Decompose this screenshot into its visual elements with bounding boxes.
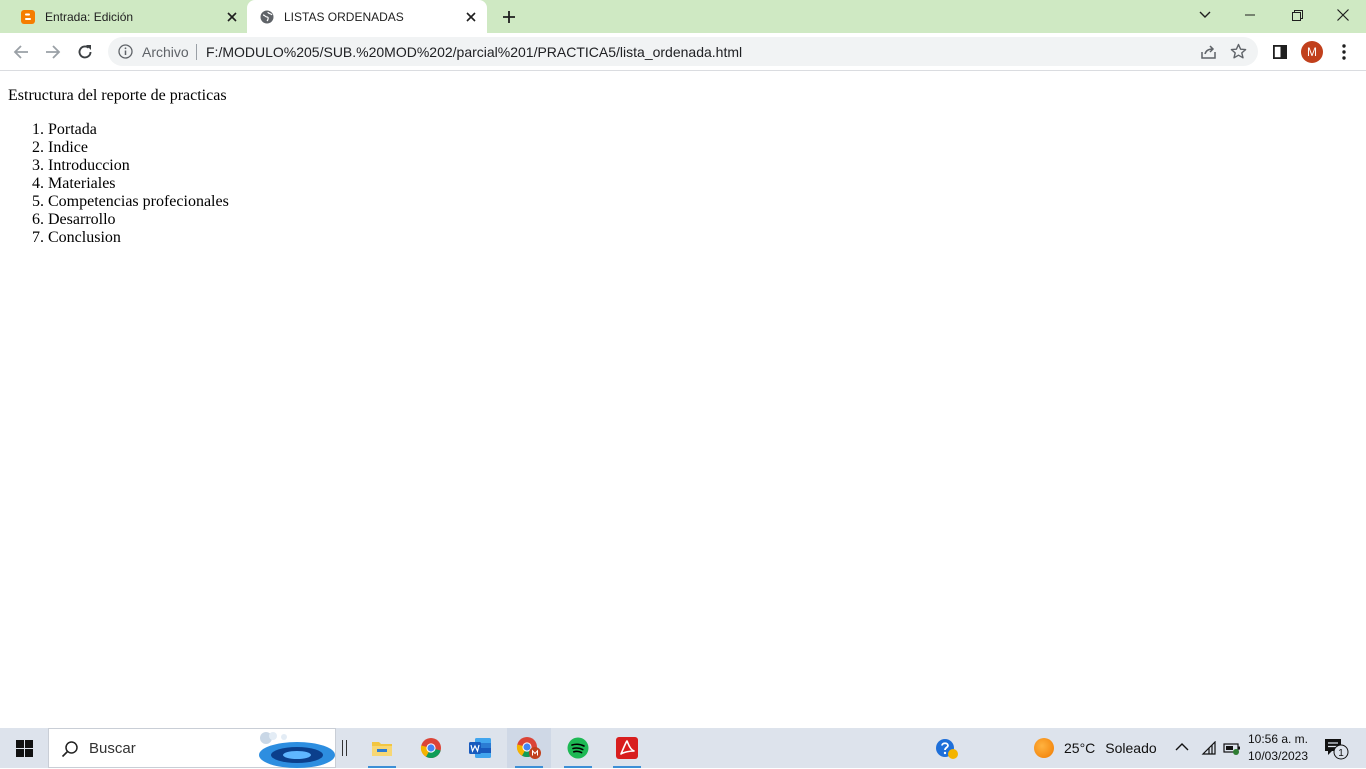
blogger-icon — [21, 9, 35, 24]
restore-button[interactable] — [1277, 0, 1317, 30]
restore-icon — [1291, 9, 1303, 21]
list-item: Competencias profecionales — [48, 193, 229, 211]
tab-listas-ordenadas[interactable]: LISTAS ORDENADAS — [247, 0, 487, 33]
chevron-up-icon[interactable] — [1175, 742, 1189, 752]
taskbar-search[interactable]: Buscar — [48, 728, 336, 768]
list-item: Conclusion — [48, 229, 229, 247]
tab-label: LISTAS ORDENADAS — [284, 9, 404, 24]
list-item: Indice — [48, 139, 229, 157]
close-icon — [1337, 9, 1349, 21]
browser-toolbar: Archivo F:/MODULO%205/SUB.%20MOD%202/par… — [0, 33, 1366, 71]
file-explorer-icon — [372, 742, 392, 756]
spotify-icon — [567, 737, 589, 759]
acrobat-icon — [616, 737, 638, 759]
battery-icon[interactable] — [1223, 741, 1241, 755]
tab-search-button[interactable] — [1185, 0, 1225, 30]
close-icon[interactable] — [463, 9, 479, 25]
new-tab-button[interactable] — [498, 6, 520, 28]
minimize-button[interactable] — [1230, 0, 1270, 30]
address-url[interactable]: F:/MODULO%205/SUB.%20MOD%202/parcial%201… — [206, 44, 742, 60]
clock-date: 10/03/2023 — [1247, 749, 1309, 763]
info-icon[interactable] — [118, 44, 133, 59]
tab-strip: Entrada: Edición LISTAS ORDENADAS — [0, 0, 1366, 33]
minimize-icon — [1245, 14, 1255, 16]
taskbar-app-chrome-profile[interactable] — [507, 728, 551, 768]
close-icon[interactable] — [224, 9, 240, 25]
address-scheme: Archivo — [142, 44, 189, 60]
help-icon[interactable] — [935, 738, 959, 760]
weather-temp: 25°C — [1064, 740, 1096, 756]
reload-button[interactable] — [72, 39, 98, 65]
ordered-list: Portada Indice Introduccion Materiales C… — [8, 121, 229, 247]
word-icon — [469, 738, 491, 758]
taskbar-app-file-explorer[interactable] — [360, 728, 404, 768]
search-placeholder: Buscar — [89, 740, 136, 757]
system-clock[interactable]: 10:56 a. m. 10/03/2023 — [1246, 731, 1310, 765]
close-window-button[interactable] — [1323, 0, 1363, 30]
notification-icon[interactable]: 1 — [1324, 738, 1350, 760]
chrome-profile-icon — [516, 737, 541, 759]
more-vert-icon — [1342, 44, 1346, 60]
share-icon[interactable] — [1200, 43, 1217, 60]
weather-desc: Soleado — [1105, 740, 1157, 756]
search-icon — [61, 741, 78, 758]
avatar[interactable]: M — [1301, 41, 1323, 63]
forward-arrow-icon — [46, 45, 61, 59]
side-panel-button[interactable] — [1267, 39, 1293, 65]
windows-icon — [15, 739, 33, 757]
list-item: Introduccion — [48, 157, 229, 175]
search-highlight-icon — [259, 732, 335, 768]
notification-count: 1 — [1338, 748, 1344, 759]
taskbar-app-word[interactable] — [458, 728, 502, 768]
address-bar[interactable]: Archivo F:/MODULO%205/SUB.%20MOD%202/par… — [108, 37, 1258, 66]
menu-button[interactable] — [1331, 39, 1357, 65]
forward-button[interactable] — [40, 39, 66, 65]
wifi-icon[interactable] — [1200, 741, 1216, 755]
list-item: Materiales — [48, 175, 229, 193]
page-heading: Estructura del reporte de practicas — [8, 87, 227, 104]
back-arrow-icon — [13, 45, 28, 59]
reload-icon — [78, 45, 92, 59]
page-content: Estructura del reporte de practicas Port… — [0, 71, 1366, 728]
start-button[interactable] — [0, 728, 48, 768]
task-view-icon[interactable] — [342, 740, 347, 756]
taskbar: Buscar 25°C Soleado 10:56 a. m. 10/03/20… — [0, 728, 1366, 768]
side-panel-icon — [1273, 45, 1287, 59]
tab-label: Entrada: Edición — [45, 9, 134, 24]
chrome-icon — [420, 738, 441, 759]
weather-widget[interactable]: 25°C Soleado — [1034, 738, 1157, 758]
sun-icon — [1034, 738, 1054, 758]
plus-icon — [503, 11, 515, 23]
list-item: Portada — [48, 121, 229, 139]
address-divider — [196, 44, 197, 60]
tab-entrada-edicion[interactable]: Entrada: Edición — [8, 0, 248, 33]
chevron-down-icon — [1199, 11, 1211, 18]
back-button[interactable] — [8, 39, 34, 65]
clock-time: 10:56 a. m. — [1247, 732, 1309, 746]
star-icon[interactable] — [1230, 43, 1247, 60]
taskbar-app-spotify[interactable] — [556, 728, 600, 768]
list-item: Desarrollo — [48, 211, 229, 229]
globe-icon — [260, 10, 274, 23]
taskbar-app-chrome[interactable] — [409, 728, 453, 768]
taskbar-app-acrobat[interactable] — [605, 728, 649, 768]
